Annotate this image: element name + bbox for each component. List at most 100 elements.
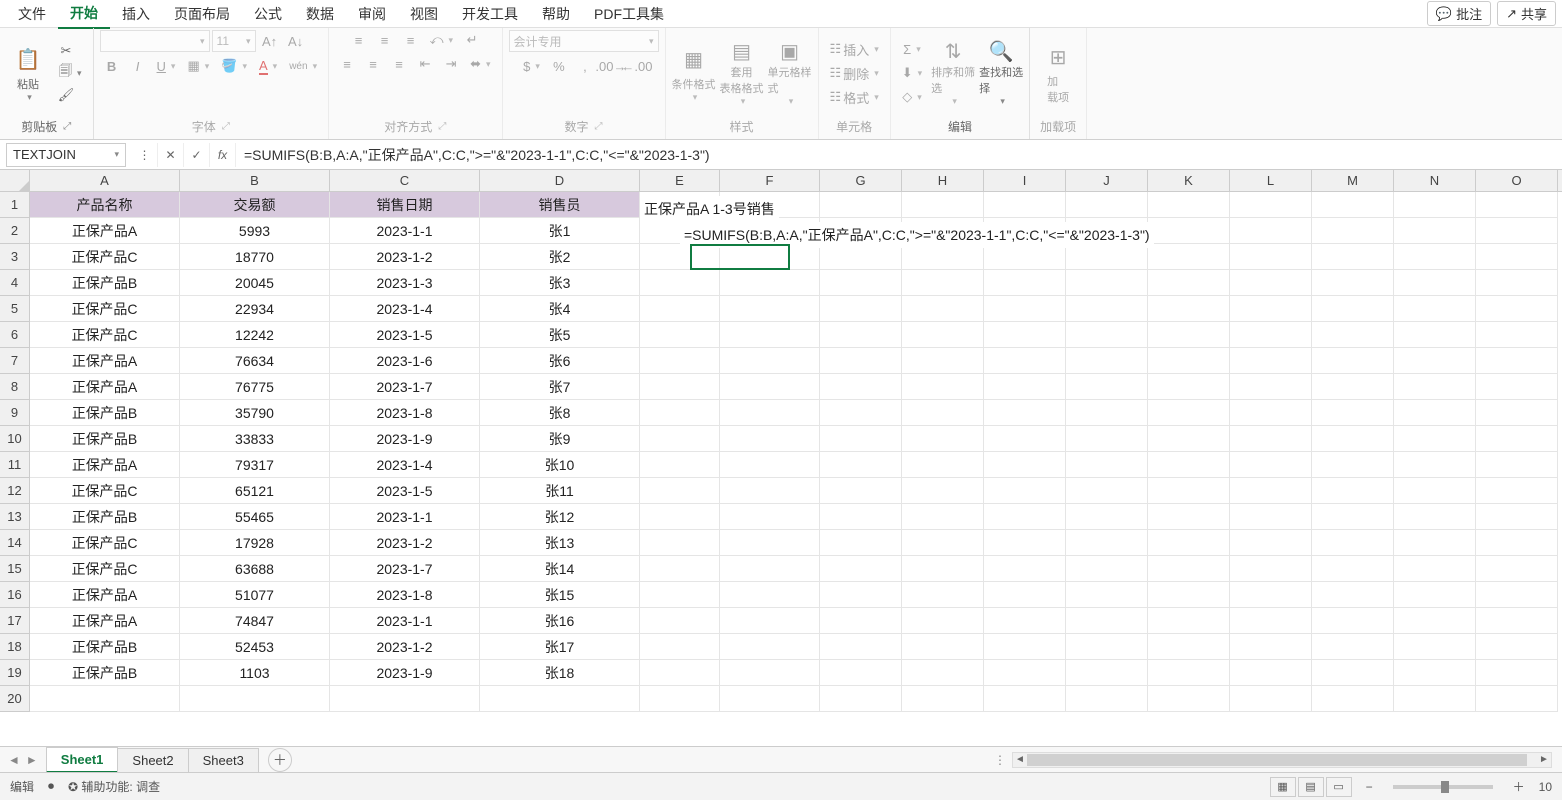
cell[interactable] (1148, 608, 1230, 634)
delete-cells-button[interactable]: ☷ 删除▾ (825, 63, 884, 83)
autosum-button[interactable]: Σ▾ (897, 39, 927, 59)
cell[interactable] (1476, 218, 1558, 244)
fb-expand-button[interactable]: ⋮ (132, 143, 158, 167)
cell[interactable]: 张7 (480, 374, 640, 400)
cell[interactable] (984, 478, 1066, 504)
cell[interactable] (640, 660, 720, 686)
cell[interactable]: 张14 (480, 556, 640, 582)
name-box[interactable]: TEXTJOIN▾ (6, 143, 126, 167)
cell[interactable] (1230, 582, 1312, 608)
row-header-8[interactable]: 8 (0, 374, 29, 400)
cell[interactable] (1066, 192, 1148, 218)
cell[interactable] (640, 322, 720, 348)
cell[interactable]: 2023-1-5 (330, 322, 480, 348)
cell[interactable] (1394, 270, 1476, 296)
cell[interactable] (1148, 218, 1230, 244)
cell[interactable]: 正保产品C (30, 530, 180, 556)
cell[interactable]: 正保产品C (30, 556, 180, 582)
launcher-icon[interactable]: ⤢ (63, 121, 71, 132)
font-size-combo[interactable]: 11▾ (212, 30, 256, 52)
cell[interactable] (1066, 478, 1148, 504)
horizontal-scrollbar[interactable]: ◄ ► (1012, 752, 1552, 768)
increase-decimal-button[interactable]: .00→ (599, 56, 623, 76)
underline-button[interactable]: U▾ (152, 56, 181, 76)
cell[interactable]: 张10 (480, 452, 640, 478)
row-header-9[interactable]: 9 (0, 400, 29, 426)
cell[interactable] (720, 634, 820, 660)
cell[interactable] (1148, 504, 1230, 530)
menu-pdf[interactable]: PDF工具集 (582, 0, 676, 28)
row-header-16[interactable]: 16 (0, 582, 29, 608)
cell[interactable] (1230, 452, 1312, 478)
cell[interactable] (1230, 556, 1312, 582)
cell[interactable]: 18770 (180, 244, 330, 270)
cell[interactable] (902, 634, 984, 660)
sheet-tab-3[interactable]: Sheet3 (188, 748, 259, 772)
font-name-combo[interactable]: ▾ (100, 30, 210, 52)
cell[interactable]: 正保产品B (30, 400, 180, 426)
decrease-decimal-button[interactable]: ←.00 (625, 56, 649, 76)
cell[interactable] (1066, 296, 1148, 322)
cell[interactable]: 正保产品C (30, 322, 180, 348)
share-button[interactable]: ↗共享 (1497, 1, 1556, 26)
table-format-button[interactable]: ▤套用 表格格式▾ (720, 40, 764, 106)
cell[interactable] (1312, 322, 1394, 348)
cell[interactable] (1066, 400, 1148, 426)
cell[interactable] (820, 478, 902, 504)
cell[interactable]: 2023-1-2 (330, 530, 480, 556)
cell[interactable]: 76634 (180, 348, 330, 374)
hscroll-split[interactable]: ⋮ (994, 753, 1006, 767)
cell[interactable] (1230, 608, 1312, 634)
comments-button[interactable]: 💬批注 (1427, 1, 1491, 26)
cell[interactable] (1476, 582, 1558, 608)
cell[interactable] (820, 634, 902, 660)
cells-area[interactable]: 产品名称交易额销售日期销售员正保产品A59932023-1-1张1正保产品C18… (30, 192, 1562, 726)
launcher-icon[interactable]: ⤢ (438, 121, 446, 132)
currency-button[interactable]: $▾ (518, 56, 545, 76)
menu-review[interactable]: 审阅 (346, 0, 398, 28)
cell[interactable]: 22934 (180, 296, 330, 322)
cell[interactable] (984, 608, 1066, 634)
cell[interactable]: 2023-1-1 (330, 218, 480, 244)
cell[interactable] (984, 634, 1066, 660)
cell[interactable]: 正保产品A (30, 582, 180, 608)
cell[interactable] (902, 374, 984, 400)
cell[interactable] (1476, 322, 1558, 348)
cell[interactable] (1148, 192, 1230, 218)
cell[interactable] (1476, 192, 1558, 218)
cell[interactable] (1230, 218, 1312, 244)
zoom-out-button[interactable]: − (1366, 780, 1373, 794)
cell[interactable] (640, 296, 720, 322)
cell[interactable] (640, 504, 720, 530)
cell[interactable]: 交易额 (180, 192, 330, 218)
cell[interactable] (820, 296, 902, 322)
cell[interactable] (1312, 478, 1394, 504)
cell[interactable]: 张6 (480, 348, 640, 374)
cell[interactable] (1476, 348, 1558, 374)
sort-filter-button[interactable]: ⇅排序和筛选▾ (931, 40, 975, 106)
cell[interactable] (640, 634, 720, 660)
cell[interactable]: 张15 (480, 582, 640, 608)
tab-nav-prev[interactable]: ◄ (8, 753, 20, 767)
cell[interactable] (640, 426, 720, 452)
cell[interactable] (984, 582, 1066, 608)
cell[interactable] (640, 478, 720, 504)
cell[interactable] (820, 504, 902, 530)
cell[interactable] (720, 322, 820, 348)
cell[interactable] (1312, 348, 1394, 374)
cell[interactable] (820, 686, 902, 712)
cell[interactable] (984, 374, 1066, 400)
col-header-D[interactable]: D (480, 170, 640, 191)
cell[interactable]: 张8 (480, 400, 640, 426)
cell[interactable] (1312, 452, 1394, 478)
cell[interactable] (1394, 192, 1476, 218)
cell[interactable] (1394, 608, 1476, 634)
cell[interactable]: 正保产品A (30, 608, 180, 634)
menu-home[interactable]: 开始 (58, 0, 110, 29)
cell[interactable] (1394, 296, 1476, 322)
cell[interactable] (1230, 426, 1312, 452)
cell[interactable] (902, 478, 984, 504)
col-header-F[interactable]: F (720, 170, 820, 191)
row-header-6[interactable]: 6 (0, 322, 29, 348)
cell[interactable] (1476, 452, 1558, 478)
